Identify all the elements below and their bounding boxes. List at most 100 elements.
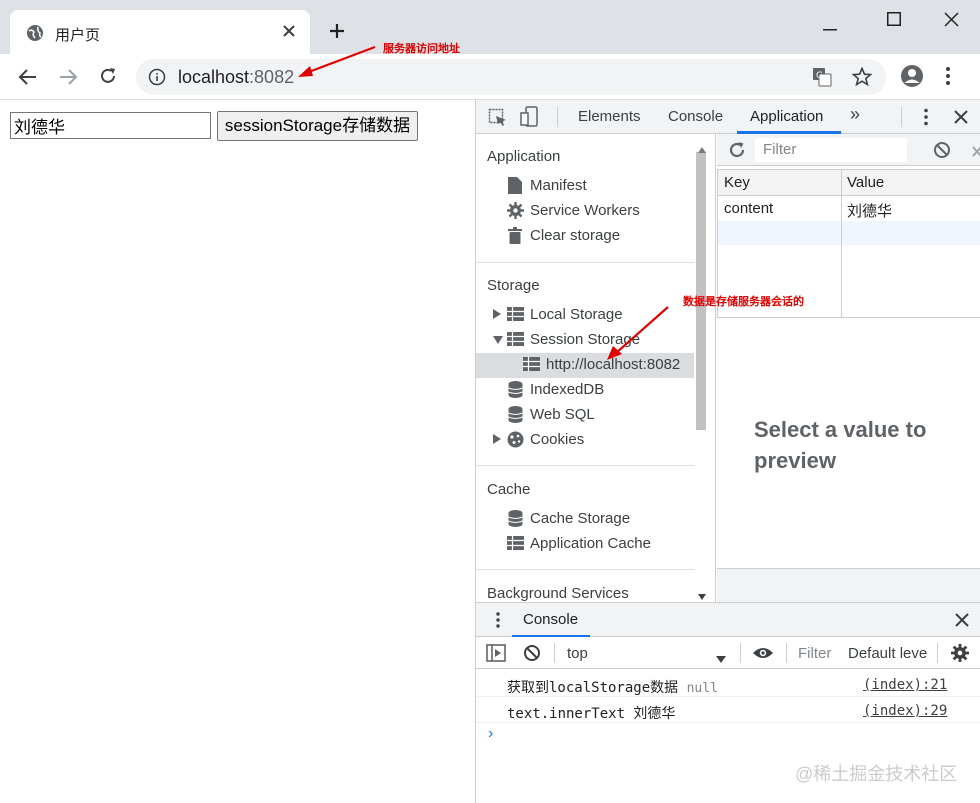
bookmark-star-icon[interactable] <box>851 66 873 92</box>
toolbar-divider <box>740 643 741 663</box>
scroll-up-icon[interactable] <box>698 140 706 158</box>
sidebar-item-label: Cookies <box>530 430 585 448</box>
inspect-element-icon[interactable] <box>488 108 508 133</box>
drawer-menu-icon[interactable] <box>496 612 500 633</box>
column-key[interactable]: Key <box>724 174 750 191</box>
browser-tab[interactable]: 用户页 <box>10 10 310 54</box>
devtools-menu-icon[interactable] <box>924 108 928 131</box>
application-sidebar: Application Manifest Service Workers Cle… <box>476 134 716 602</box>
context-selector[interactable]: top <box>567 645 588 662</box>
close-window-icon[interactable] <box>944 12 959 32</box>
session-storage-button[interactable]: sessionStorage存储数据 <box>217 111 418 141</box>
live-expression-eye-icon[interactable] <box>752 646 774 665</box>
log-source-link[interactable]: (index):29 <box>863 703 947 719</box>
database-icon <box>506 380 524 398</box>
translate-icon[interactable]: G <box>812 67 832 92</box>
dropdown-arrow-icon[interactable] <box>716 650 726 668</box>
delete-selected-icon[interactable] <box>972 144 980 162</box>
tab-console[interactable]: Console <box>668 108 723 125</box>
sidebar-item-label: Clear storage <box>530 226 621 244</box>
console-settings-icon[interactable] <box>951 644 969 667</box>
section-storage: Storage <box>487 277 540 294</box>
gear-icon <box>506 201 524 219</box>
chrome-menu-icon[interactable] <box>946 66 950 91</box>
scroll-down-icon[interactable] <box>698 587 706 602</box>
sidebar-item-cache-storage[interactable]: Cache Storage <box>506 509 630 527</box>
more-tabs-icon[interactable]: » <box>850 104 860 125</box>
maximize-icon[interactable] <box>887 12 901 31</box>
separator <box>476 465 694 466</box>
application-tab-underline <box>737 131 841 134</box>
sidebar-item-service-workers[interactable]: Service Workers <box>506 201 640 219</box>
forward-icon[interactable] <box>58 67 78 92</box>
console-log-row: 获取到localStorage数据 null (index):21 <box>476 673 980 697</box>
sidebar-item-manifest[interactable]: Manifest <box>506 176 587 194</box>
expand-arrow-icon[interactable] <box>493 431 506 448</box>
devtools-tabbar: Elements Console Application » <box>476 100 980 134</box>
url-text: localhost:8082 <box>178 67 294 88</box>
cell-value[interactable]: 刘德华 <box>847 200 892 221</box>
tab-strip: 用户页 <box>0 0 980 54</box>
refresh-icon[interactable] <box>728 141 746 164</box>
profile-icon[interactable] <box>900 64 924 93</box>
sidebar-item-label: Manifest <box>530 176 587 194</box>
close-devtools-icon[interactable] <box>954 110 968 129</box>
watermark: @稀土掘金技术社区 <box>795 764 958 784</box>
sidebar-item-clear-storage[interactable]: Clear storage <box>506 226 620 244</box>
sidebar-item-application-cache[interactable]: Application Cache <box>506 534 651 552</box>
name-input[interactable] <box>10 112 211 139</box>
sidebar-scrollbar[interactable] <box>696 152 706 430</box>
preview-placeholder: Select a value to preview <box>754 417 927 473</box>
tab-elements[interactable]: Elements <box>578 108 641 125</box>
database-icon <box>506 405 524 423</box>
cell-key[interactable]: content <box>724 200 773 217</box>
collapse-arrow-icon[interactable] <box>493 331 506 348</box>
expand-arrow-icon[interactable] <box>493 306 506 323</box>
database-icon <box>506 509 524 527</box>
url-annotation: 服务器访问地址 <box>383 43 460 55</box>
devtools-panel: Elements Console Application » Applicati… <box>475 100 980 803</box>
toolbar-divider <box>901 107 902 127</box>
sidebar-item-indexeddb[interactable]: IndexedDB <box>506 380 604 398</box>
storage-annotation-arrow <box>607 306 669 360</box>
toolbar-divider <box>786 643 787 663</box>
storage-filter-input[interactable]: Filter <box>755 138 907 162</box>
browser-toolbar: localhost:8082 G <box>0 54 980 100</box>
console-log-row: text.innerText 刘德华 (index):29 <box>476 699 980 723</box>
tab-application[interactable]: Application <box>750 108 823 125</box>
storage-annotation: 数据是存储服务器会话的 <box>683 296 804 308</box>
svg-text:G: G <box>816 71 823 81</box>
table-grid-icon <box>506 534 524 552</box>
log-message: text.innerText 刘德华 <box>507 706 676 722</box>
table-grid-icon <box>506 305 524 323</box>
tab-title: 用户页 <box>55 27 101 44</box>
console-prompt[interactable]: › <box>488 725 493 743</box>
clear-console-icon[interactable] <box>523 644 541 667</box>
log-source-link[interactable]: (index):21 <box>863 677 947 693</box>
url-host: localhost <box>178 67 250 87</box>
back-icon[interactable] <box>18 67 38 92</box>
show-sidebar-icon[interactable] <box>486 644 506 667</box>
sidebar-item-label: IndexedDB <box>530 380 605 398</box>
column-value[interactable]: Value <box>847 174 884 191</box>
reload-icon[interactable] <box>98 66 118 91</box>
new-tab-icon[interactable] <box>328 22 346 45</box>
console-filter-input[interactable]: Filter <box>798 645 831 662</box>
device-toolbar-icon[interactable] <box>520 106 542 133</box>
sidebar-item-web-sql[interactable]: Web SQL <box>506 405 595 423</box>
viewer-footer <box>717 568 980 602</box>
section-background-services: Background Services <box>487 585 629 602</box>
close-drawer-icon[interactable] <box>955 613 969 632</box>
table-grid-icon <box>522 355 540 373</box>
sidebar-item-cookies[interactable]: Cookies <box>493 430 584 448</box>
clear-all-icon[interactable] <box>933 141 951 164</box>
log-levels-dropdown[interactable]: Default leve <box>848 645 927 662</box>
address-bar[interactable]: localhost:8082 G <box>136 59 886 95</box>
info-icon[interactable] <box>148 68 166 91</box>
minimize-icon[interactable] <box>823 18 837 36</box>
table-row-empty <box>718 221 980 245</box>
storage-filter-bar: Filter <box>717 134 980 166</box>
table-grid-icon <box>506 330 524 348</box>
close-tab-icon[interactable] <box>282 24 296 43</box>
drawer-tab-console[interactable]: Console <box>523 611 578 628</box>
